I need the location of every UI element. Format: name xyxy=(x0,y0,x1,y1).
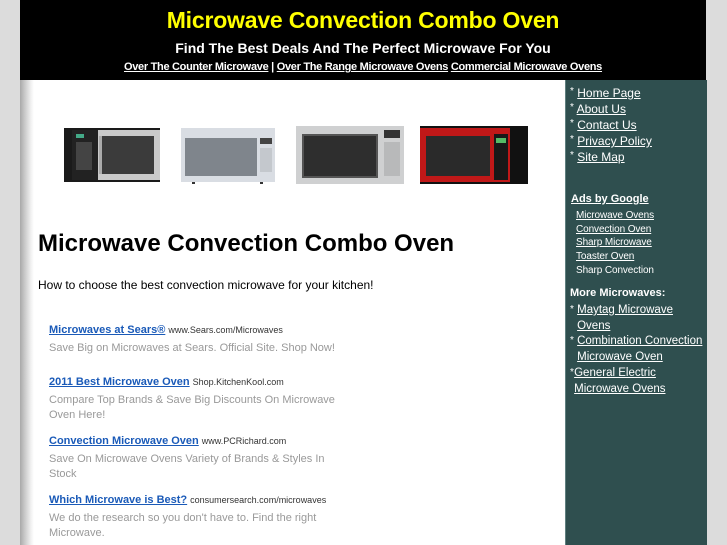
ad-url: www.Sears.com/Microwaves xyxy=(168,325,283,335)
bullet-icon: * xyxy=(570,150,574,161)
ad-description: Compare Top Brands & Save Big Discounts … xyxy=(49,394,335,421)
bullet-icon: * xyxy=(570,118,574,129)
google-ad-link[interactable]: Convection Oven xyxy=(576,224,651,235)
sidebar-item-sitemap: * Site Map xyxy=(570,150,625,164)
ads-by-google-heading[interactable]: Ads by Google xyxy=(571,193,649,205)
ad-listing: 2011 Best Microwave Oven Shop.KitchenKool… xyxy=(49,372,349,423)
sidebar-item-contact: * Contact Us xyxy=(570,118,637,132)
ad-title-link[interactable]: Microwaves at Sears® xyxy=(49,324,165,336)
more-link-ge[interactable]: General Electric Microwave Ovens xyxy=(574,365,684,397)
top-nav: Over The Counter Microwave | Over The Ra… xyxy=(20,61,706,73)
ad-title-link[interactable]: Which Microwave is Best? xyxy=(49,494,187,506)
intro-text: How to choose the best convection microw… xyxy=(38,278,374,292)
ad-title-link[interactable]: Convection Microwave Oven xyxy=(49,435,199,447)
ad-title-link[interactable]: 2011 Best Microwave Oven xyxy=(49,376,190,388)
page-title: Microwave Convection Combo Oven xyxy=(38,230,455,257)
ad-listing: Convection Microwave Oven www.PCRichard.c… xyxy=(49,431,349,482)
microwave-image-4 xyxy=(420,126,528,184)
ad-listing: Microwaves at Sears® www.Sears.com/Microw… xyxy=(49,320,349,356)
sidebar-item-home: * Home Page xyxy=(570,86,641,100)
top-nav-over-the-counter[interactable]: Over The Counter Microwave xyxy=(124,61,269,73)
bullet-icon: * xyxy=(570,102,574,113)
sidebar-link-privacy[interactable]: Privacy Policy xyxy=(577,134,652,148)
more-link-maytag[interactable]: Maytag Microwave Ovens xyxy=(577,302,687,334)
sidebar-link-sitemap[interactable]: Site Map xyxy=(577,150,624,164)
site-title: Microwave Convection Combo Oven xyxy=(166,7,560,33)
ad-description: Save On Microwave Ovens Variety of Brand… xyxy=(49,453,325,480)
tagline: Find The Best Deals And The Perfect Micr… xyxy=(175,40,551,56)
bullet-icon: * xyxy=(570,134,574,145)
ad-listing: Which Microwave is Best? consumersearch.c… xyxy=(49,490,349,541)
top-nav-over-the-range[interactable]: Over The Range Microwave Ovens xyxy=(277,61,449,73)
more-microwaves-heading: More Microwaves: xyxy=(570,287,666,299)
page: Microwave Convection Combo Oven Find The… xyxy=(20,0,707,545)
microwave-image-1 xyxy=(64,128,160,182)
ad-url: consumersearch.com/microwaves xyxy=(190,495,327,505)
google-ad-link[interactable]: Microwave Ovens xyxy=(576,210,654,221)
shadow-edge xyxy=(20,80,34,545)
top-nav-commercial[interactable]: Commercial Microwave Ovens xyxy=(451,61,602,73)
microwave-image-3 xyxy=(296,126,404,184)
microwave-banner xyxy=(60,116,530,186)
ad-url: www.PCRichard.com xyxy=(201,436,287,446)
header: Microwave Convection Combo Oven Find The… xyxy=(20,0,706,80)
google-ad-link[interactable]: Sharp Microwave xyxy=(576,237,652,248)
sidebar-link-home[interactable]: Home Page xyxy=(577,86,640,100)
bullet-icon: * xyxy=(570,86,574,97)
sidebar: * Home Page * About Us * Contact Us * Pr… xyxy=(565,80,707,545)
main-content: Microwave Convection Combo Oven How to c… xyxy=(20,80,565,545)
more-item-combination: * Combination Convection Microwave Oven xyxy=(570,333,706,365)
sidebar-link-contact[interactable]: Contact Us xyxy=(577,118,636,132)
ad-description: Save Big on Microwaves at Sears. Officia… xyxy=(49,342,335,354)
google-ad-link[interactable]: Sharp Convection xyxy=(576,265,654,276)
more-item-maytag: * Maytag Microwave Ovens xyxy=(570,302,706,334)
ad-description: We do the research so you don't have to.… xyxy=(49,512,317,539)
bullet-icon: * xyxy=(570,335,574,346)
more-link-combination[interactable]: Combination Convection Microwave Oven xyxy=(577,333,705,365)
ad-url: Shop.KitchenKool.com xyxy=(192,377,284,387)
microwave-image-2 xyxy=(181,128,275,184)
more-item-ge: * General Electric Microwave Ovens xyxy=(570,365,706,397)
google-ad-link[interactable]: Toaster Oven xyxy=(576,251,634,262)
sidebar-link-about[interactable]: About Us xyxy=(577,102,626,116)
nav-separator: | xyxy=(271,61,274,73)
sidebar-item-privacy: * Privacy Policy xyxy=(570,134,652,148)
sidebar-item-about: * About Us xyxy=(570,102,626,116)
bullet-icon: * xyxy=(570,304,574,315)
